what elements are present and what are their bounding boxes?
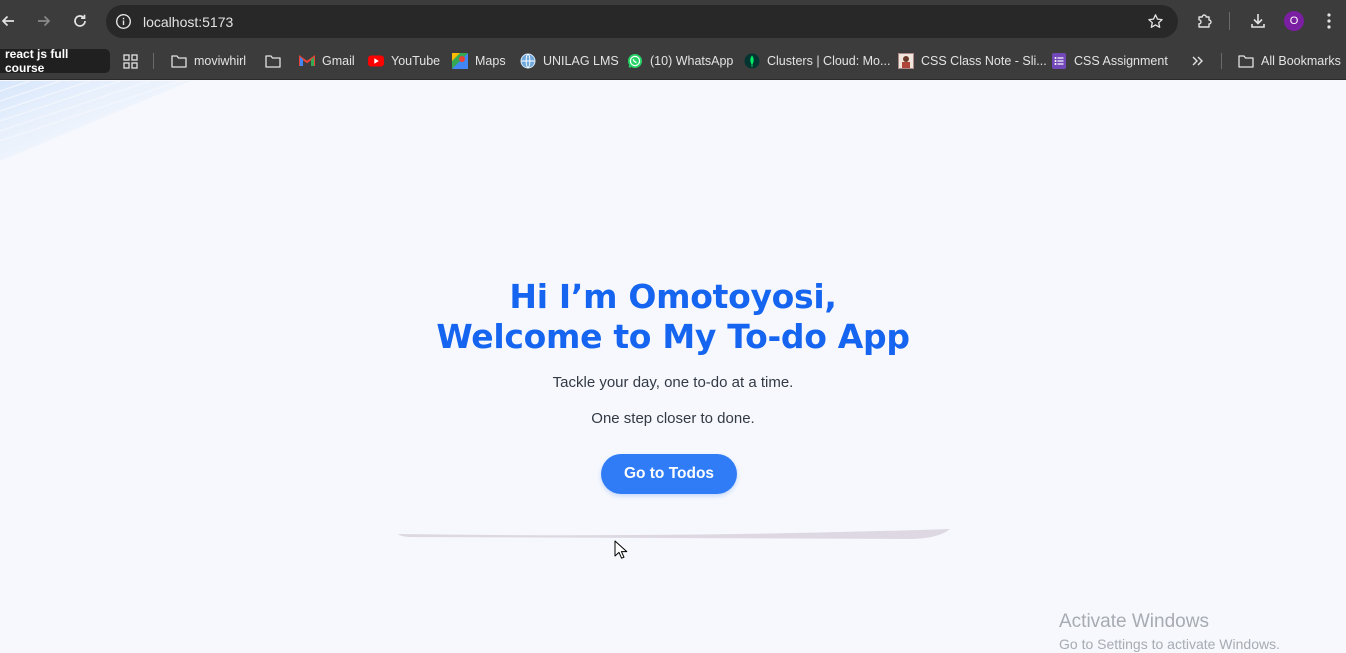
- bookmark-css-assignment[interactable]: CSS Assignment: [1051, 51, 1168, 71]
- bookmark-gmail[interactable]: Gmail: [299, 51, 355, 71]
- bookmark-label: Gmail: [322, 54, 355, 68]
- mongodb-leaf-icon: [744, 53, 760, 69]
- bookmark-pinned[interactable]: react js full course: [0, 47, 110, 75]
- browser-menu-button[interactable]: [1319, 11, 1339, 31]
- hero-title-line2: Welcome to My To-do App: [436, 317, 910, 356]
- folder-icon: [1238, 53, 1254, 69]
- puzzle-icon: [1198, 14, 1212, 28]
- reload-icon: [74, 14, 86, 27]
- reload-button[interactable]: [68, 9, 92, 33]
- forward-button[interactable]: [32, 9, 56, 33]
- hero-subtitle: Tackle your day, one to-do at a time.: [552, 374, 794, 391]
- globe-icon: [520, 53, 536, 69]
- mouse-cursor-icon: [614, 540, 628, 559]
- watermark-subtitle: Go to Settings to activate Windows.: [1059, 636, 1280, 652]
- apps-button[interactable]: [122, 51, 138, 71]
- bookmark-folder[interactable]: [265, 51, 281, 71]
- bookmark-label: (10) WhatsApp: [650, 54, 734, 68]
- bookmark-label: Maps: [475, 54, 506, 68]
- extensions-button[interactable]: [1195, 11, 1215, 31]
- whatsapp-icon: [627, 53, 643, 69]
- corner-decoration: [0, 81, 190, 161]
- star-icon[interactable]: [1147, 13, 1164, 30]
- hero-title-line1: Hi I’m Omotoyosi,: [509, 277, 837, 316]
- watermark-title: Activate Windows: [1059, 611, 1209, 632]
- gmail-icon: [299, 53, 315, 69]
- bookmark-moviwhirl[interactable]: moviwhirl: [171, 51, 246, 71]
- download-icon: [1251, 14, 1265, 28]
- url-text[interactable]: localhost:5173: [143, 14, 233, 30]
- page-viewport: Hi I’m Omotoyosi, Welcome to My To-do Ap…: [0, 81, 1346, 653]
- back-button[interactable]: [0, 9, 20, 33]
- go-to-todos-button[interactable]: Go to Todos: [601, 454, 737, 494]
- slides-icon: [898, 53, 914, 69]
- bookmarks-divider: [1221, 53, 1222, 69]
- folder-icon: [171, 53, 187, 69]
- downloads-button[interactable]: [1248, 11, 1268, 31]
- forms-icon: [1051, 53, 1067, 69]
- bookmark-label: Clusters | Cloud: Mo...: [767, 54, 891, 68]
- bookmarks-divider: [153, 53, 154, 69]
- profile-avatar[interactable]: O: [1284, 11, 1304, 31]
- more-bookmarks-button[interactable]: [1190, 51, 1206, 71]
- arrow-left-icon: [1, 15, 14, 27]
- maps-icon: [452, 53, 468, 69]
- apps-grid-icon: [122, 53, 138, 69]
- bookmark-maps[interactable]: Maps: [452, 51, 506, 71]
- address-bar[interactable]: localhost:5173: [106, 5, 1178, 38]
- bookmark-label: YouTube: [391, 54, 441, 68]
- all-bookmarks-label: All Bookmarks: [1261, 54, 1341, 68]
- kebab-menu-icon: [1327, 13, 1331, 29]
- decorative-underline: [398, 529, 950, 539]
- toolbar-divider: [1229, 12, 1230, 30]
- hero-tagline: One step closer to done.: [591, 410, 755, 427]
- arrow-right-icon: [38, 15, 51, 27]
- bookmark-label: UNILAG LMS: [543, 54, 619, 68]
- windows-activation-watermark: Activate Windows Go to Settings to activ…: [1059, 611, 1280, 652]
- bookmarks-bar: react js full course moviwhirl Gmail You…: [0, 42, 1346, 80]
- bookmark-unilag-lms[interactable]: UNILAG LMS: [520, 51, 619, 71]
- all-bookmarks-button[interactable]: All Bookmarks: [1238, 51, 1341, 71]
- bookmark-mongodb-clusters[interactable]: Clusters | Cloud: Mo...: [744, 51, 890, 71]
- bookmark-css-class-note[interactable]: CSS Class Note - Sli...: [898, 51, 1047, 71]
- chevron-double-right-icon: [1190, 53, 1206, 69]
- bookmark-whatsapp[interactable]: (10) WhatsApp: [627, 51, 733, 71]
- bookmark-label: CSS Assignment: [1074, 54, 1168, 68]
- folder-icon: [265, 53, 281, 69]
- browser-toolbar: localhost:5173 O: [0, 0, 1346, 42]
- info-icon[interactable]: [115, 13, 132, 30]
- bookmark-youtube[interactable]: YouTube: [368, 51, 440, 71]
- youtube-icon: [368, 53, 384, 69]
- bookmark-label: CSS Class Note - Sli...: [921, 54, 1047, 68]
- bookmark-label: moviwhirl: [194, 54, 247, 68]
